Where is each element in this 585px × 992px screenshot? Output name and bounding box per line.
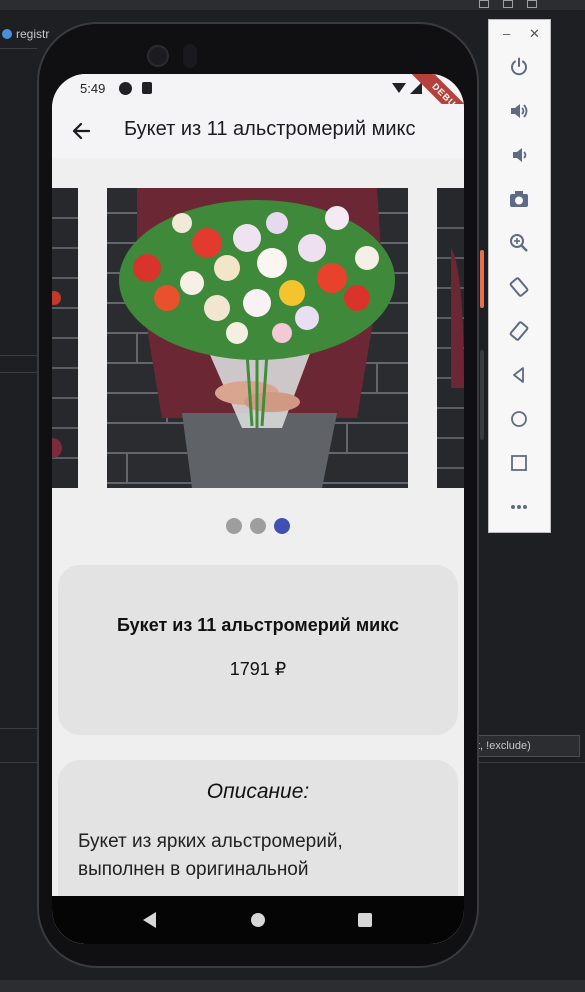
more-button[interactable] xyxy=(504,492,534,522)
carousel-dot[interactable] xyxy=(250,518,266,534)
carousel-dot[interactable] xyxy=(226,518,242,534)
status-time: 5:49 xyxy=(80,81,106,96)
wifi-icon xyxy=(392,83,406,93)
overview-icon xyxy=(511,455,527,471)
screenshot-button[interactable] xyxy=(504,184,534,214)
back-button[interactable] xyxy=(62,111,102,151)
description-text: Букет из ярких альстромерий, выполнен в … xyxy=(78,831,343,880)
ide-window-icons xyxy=(479,0,537,8)
system-nav-bar xyxy=(52,896,464,944)
more-icon xyxy=(511,505,527,509)
back-button[interactable] xyxy=(504,360,534,390)
back-icon xyxy=(513,367,524,383)
app-bar: Букет из 11 альстромерий микс xyxy=(52,104,464,158)
front-camera xyxy=(147,45,169,67)
home-button[interactable] xyxy=(504,404,534,434)
home-icon xyxy=(511,411,527,427)
volume-up-icon xyxy=(511,104,528,118)
divider xyxy=(0,48,37,49)
nav-back-icon[interactable] xyxy=(143,912,156,928)
ide-tab-label: registr xyxy=(16,27,50,41)
ide-title-bar xyxy=(0,0,585,10)
filter-input[interactable]: t, !exclude) xyxy=(470,735,580,757)
device-screen: 5:49 DEBUG Букет из 11 альстромерий микс xyxy=(52,74,464,944)
carousel-slide-previous[interactable] xyxy=(52,188,78,488)
product-info-card: Букет из 11 альстромерий микс 1791 ₽ xyxy=(58,565,458,735)
zoom-button[interactable] xyxy=(504,228,534,258)
proximity-sensor xyxy=(183,44,197,68)
close-icon[interactable]: ✕ xyxy=(529,26,540,42)
zoom-icon xyxy=(510,234,528,252)
power-button[interactable] xyxy=(504,52,534,82)
bouquet-photo xyxy=(437,188,464,488)
divider xyxy=(0,728,37,729)
layout-icon[interactable] xyxy=(479,0,489,8)
signal-icon xyxy=(410,82,422,94)
rotate-left-icon xyxy=(509,277,529,297)
camera-icon xyxy=(510,191,528,207)
volume-up-button[interactable] xyxy=(504,96,534,126)
layout-icon[interactable] xyxy=(527,0,537,8)
arrow-back-icon xyxy=(72,122,91,140)
phone-volume-key xyxy=(480,350,484,440)
emulator-toolbar: – ✕ xyxy=(488,19,551,533)
page-title: Букет из 11 альстромерий микс xyxy=(124,118,416,140)
rotate-right-button[interactable] xyxy=(504,316,534,346)
divider xyxy=(0,355,37,356)
layout-icon[interactable] xyxy=(503,0,513,8)
nav-home-icon[interactable] xyxy=(251,913,265,927)
volume-down-button[interactable] xyxy=(504,140,534,170)
divider xyxy=(0,372,37,373)
carousel-slide-next[interactable] xyxy=(437,188,464,488)
ide-status-bar xyxy=(0,980,585,992)
description-heading: Описание: xyxy=(206,780,310,803)
sync-icon xyxy=(119,82,132,95)
bouquet-photo xyxy=(52,188,78,488)
volume-down-icon xyxy=(513,148,527,162)
carousel-indicator xyxy=(52,518,464,534)
flutter-icon xyxy=(2,29,12,39)
image-carousel[interactable] xyxy=(52,158,464,488)
rotate-left-button[interactable] xyxy=(504,272,534,302)
carousel-dot-active[interactable] xyxy=(274,518,290,534)
rotate-right-icon xyxy=(509,321,529,341)
phone-power-key xyxy=(480,250,484,308)
product-price: 1791 ₽ xyxy=(229,659,287,679)
power-icon xyxy=(511,57,527,76)
status-bar: 5:49 DEBUG xyxy=(52,74,464,143)
nav-recents-icon[interactable] xyxy=(358,913,372,927)
overview-button[interactable] xyxy=(504,448,534,478)
carousel-slide-active[interactable] xyxy=(107,188,408,488)
sd-card-icon xyxy=(142,82,152,94)
product-name: Букет из 11 альстромерий микс xyxy=(116,615,400,635)
minimize-icon[interactable]: – xyxy=(503,26,510,41)
bouquet-photo xyxy=(107,188,408,488)
